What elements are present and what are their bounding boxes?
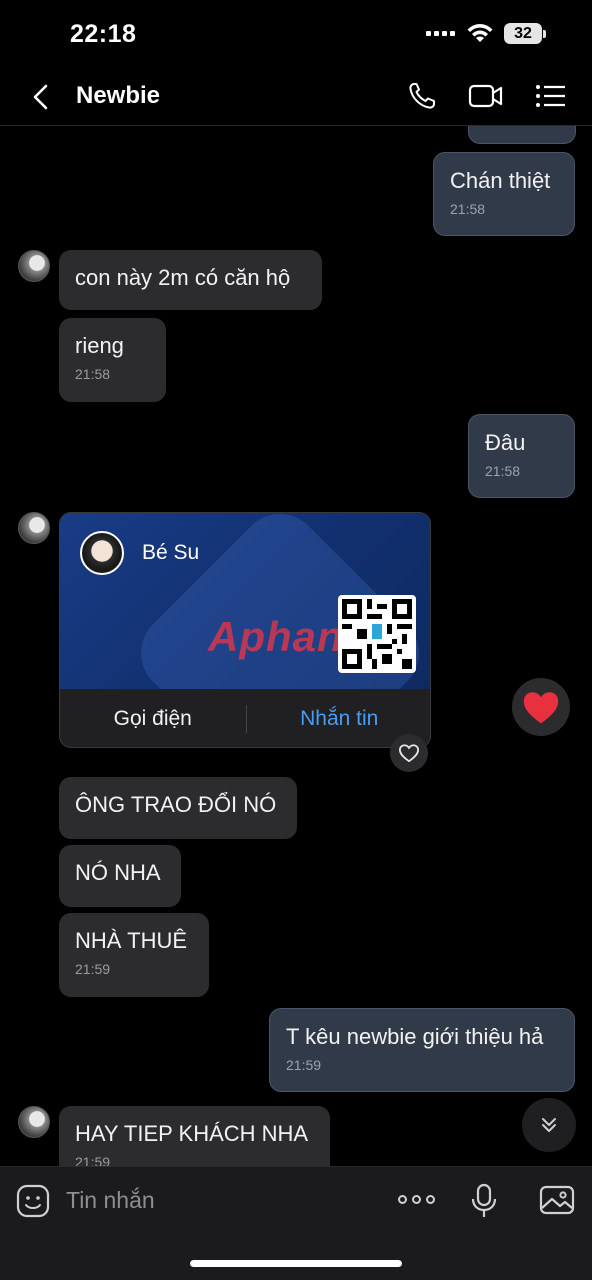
message-bubble[interactable]: ÔNG TRAO ĐỔI NÓ [59,777,297,839]
status-bar: 22:18 32 [0,0,592,68]
avatar[interactable] [18,1106,50,1138]
image-gallery-icon[interactable] [539,1184,575,1216]
message-bubble[interactable]: T kêu newbie giới thiệu hả 21:59 [269,1008,575,1092]
message-text: Chán thiệt [450,168,551,193]
wifi-icon [467,24,493,42]
contact-card[interactable]: Bé Su Aphang Gọi điện [59,512,431,748]
contact-card-banner: Bé Su Aphang [60,513,430,689]
avatar[interactable] [18,512,50,544]
battery-indicator: 32 [504,23,542,44]
home-indicator[interactable] [190,1260,402,1267]
message-button[interactable]: Nhắn tin [247,707,431,731]
scroll-to-bottom-button[interactable] [522,1098,576,1152]
avatar[interactable] [18,250,50,282]
more-options-icon[interactable] [398,1195,435,1204]
home-indicator-area [0,1234,592,1280]
message-text: NHÀ THUÊ [75,928,188,953]
menu-list-icon[interactable] [534,80,570,112]
heart-icon [523,692,559,724]
message-time: 21:58 [75,366,111,382]
contact-name: Bé Su [142,541,200,564]
composer-bar: Tin nhắn [0,1166,592,1234]
contact-card-actions: Gọi điện Nhắn tin [60,689,431,747]
message-text: NÓ NHA [75,860,161,885]
double-chevron-down-icon [542,1118,556,1132]
heart-reaction[interactable] [512,678,570,736]
message-text: ÔNG TRAO ĐỔI NÓ [75,792,277,817]
message-text: con này 2m có căn hộ [75,265,291,290]
message-bubble[interactable]: Đâu 21:58 [468,414,575,498]
heart-outline-icon [398,744,420,763]
react-heart-button[interactable] [390,734,428,772]
message-bubble[interactable]: Chán thiệt 21:58 [433,152,575,236]
message-text: T kêu newbie giới thiệu hả [286,1024,544,1049]
conversation-title[interactable]: Newbie [76,82,160,110]
message-time: 21:58 [485,463,521,479]
back-arrow-icon[interactable] [26,82,56,112]
message-bubble[interactable]: NHÀ THUÊ 21:59 [59,913,209,997]
message-time: 21:59 [286,1057,322,1073]
message-bubble[interactable]: NÓ NHA [59,845,181,907]
video-call-icon[interactable] [468,80,504,112]
contact-avatar [80,531,124,575]
microphone-icon[interactable] [470,1183,498,1219]
status-time: 22:18 [70,20,137,48]
message-time: 21:59 [75,961,111,977]
qr-code [338,595,416,673]
message-text: HAY TIEP KHÁCH NHA [75,1121,309,1146]
message-input[interactable]: Tin nhắn [66,1187,155,1214]
chat-header: Newbie [0,68,592,126]
message-bubble-partial[interactable] [468,126,576,144]
message-text: Đâu [485,430,526,455]
battery-tip [543,30,546,38]
cellular-signal-icon [426,31,455,36]
message-bubble[interactable]: HAY TIEP KHÁCH NHA 21:59 [59,1106,330,1166]
message-bubble[interactable]: con này 2m có căn hộ [59,250,322,310]
message-bubble[interactable]: rieng 21:58 [59,318,166,402]
message-time: 21:59 [75,1154,111,1166]
message-text: rieng [75,333,124,358]
call-button[interactable]: Gọi điện [60,707,246,731]
phone-call-icon[interactable] [406,80,442,112]
message-time: 21:58 [450,201,486,217]
message-list[interactable]: Chán thiệt 21:58 con này 2m có căn hộ ri… [0,126,592,1166]
sticker-emoji-icon[interactable] [16,1184,50,1218]
